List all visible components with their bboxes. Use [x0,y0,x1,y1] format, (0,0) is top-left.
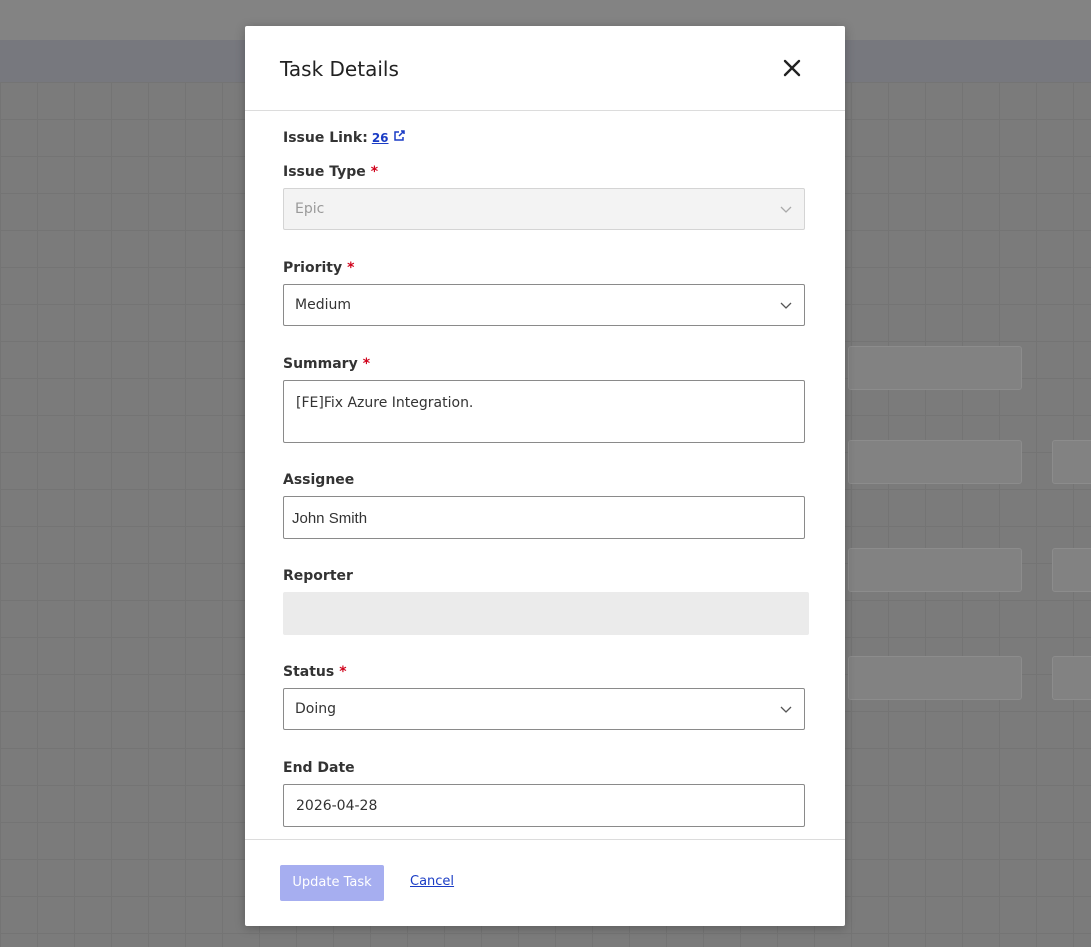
background-card [848,346,1022,390]
background-card [1052,440,1091,484]
task-details-dialog: Task Details Issue Link: 26 Issue Type * E… [245,26,845,926]
issue-type-select[interactable]: Epic [283,188,805,230]
summary-label: Summary * [283,356,371,372]
required-marker: * [370,164,379,180]
required-marker: * [347,260,355,276]
summary-textarea[interactable]: [FE]Fix Azure Integration. [283,380,805,443]
status-label: Status * [283,664,347,680]
priority-label: Priority * [283,260,355,276]
dialog-footer: Update Task Cancel [245,839,845,927]
cancel-button[interactable]: Cancel [410,874,454,889]
background-card [848,656,1022,700]
close-button[interactable] [775,54,809,84]
chevron-down-icon [780,706,792,713]
update-task-button[interactable]: Update Task [280,865,384,901]
dialog-title: Task Details [280,57,399,81]
priority-select[interactable]: Medium [283,284,805,326]
background-card [1052,656,1091,700]
dialog-header: Task Details [245,26,845,111]
required-marker: * [362,356,371,372]
assignee-value: John Smith [292,510,368,527]
priority-value: Medium [295,297,351,313]
required-marker: * [339,664,347,680]
issue-link-label: Issue Link: [283,130,368,146]
issue-link-row: Issue Link: 26 [283,130,405,146]
assignee-label: Assignee [283,472,355,488]
end-date-input[interactable]: 2026-04-28 [283,784,805,827]
status-value: Doing [295,701,336,717]
assignee-input[interactable]: John Smith [283,496,805,539]
background-card [848,548,1022,592]
end-date-label: End Date [283,760,355,776]
external-link-icon[interactable] [393,130,405,146]
issue-type-value: Epic [295,201,325,217]
status-select[interactable]: Doing [283,688,805,730]
end-date-value: 2026-04-28 [296,798,378,814]
dialog-body: Issue Link: 26 Issue Type * Epic Priority *… [245,111,845,839]
chevron-down-icon [780,302,792,309]
chevron-down-icon [780,206,792,213]
issue-type-label: Issue Type * [283,164,379,180]
summary-value: [FE]Fix Azure Integration. [296,395,474,411]
background-card [1052,548,1091,592]
close-icon [783,59,801,77]
reporter-label: Reporter [283,568,353,584]
reporter-field [283,592,809,635]
issue-link[interactable]: 26 [372,131,389,145]
background-card [848,440,1022,484]
